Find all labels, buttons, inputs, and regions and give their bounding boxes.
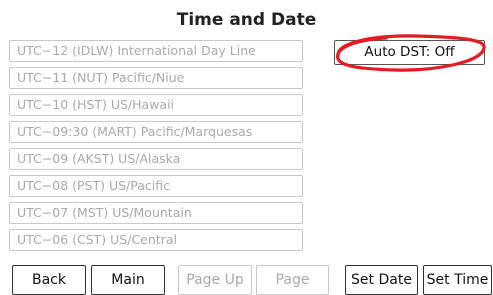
- timezone-item-utc-0930[interactable]: UTC−09:30 (MART) Pacific/Marquesas: [9, 121, 303, 143]
- timezone-item-utc-11[interactable]: UTC−11 (NUT) Pacific/Niue: [9, 67, 303, 89]
- timezone-item-utc-09[interactable]: UTC−09 (AKST) US/Alaska: [9, 148, 303, 170]
- set-time-button[interactable]: Set Time: [423, 265, 492, 295]
- set-date-button[interactable]: Set Date: [345, 265, 418, 295]
- page-up-button[interactable]: Page Up: [178, 265, 252, 295]
- timezone-list: UTC−12 (IDLW) International Day Line UTC…: [9, 40, 303, 256]
- time-and-date-screen: Time and Date UTC−12 (IDLW) Internationa…: [0, 0, 493, 295]
- back-button[interactable]: Back: [12, 265, 86, 295]
- timezone-item-utc-12[interactable]: UTC−12 (IDLW) International Day Line: [9, 40, 303, 62]
- auto-dst-toggle-button[interactable]: Auto DST: Off: [334, 40, 485, 65]
- page-down-button[interactable]: Page Down: [256, 265, 329, 295]
- page-title: Time and Date: [176, 10, 317, 30]
- main-button[interactable]: Main: [91, 265, 165, 295]
- timezone-item-utc-06[interactable]: UTC−06 (CST) US/Central: [9, 229, 303, 251]
- timezone-item-utc-10[interactable]: UTC−10 (HST) US/Hawaii: [9, 94, 303, 116]
- timezone-item-utc-07[interactable]: UTC−07 (MST) US/Mountain: [9, 202, 303, 224]
- timezone-item-utc-08[interactable]: UTC−08 (PST) US/Pacific: [9, 175, 303, 197]
